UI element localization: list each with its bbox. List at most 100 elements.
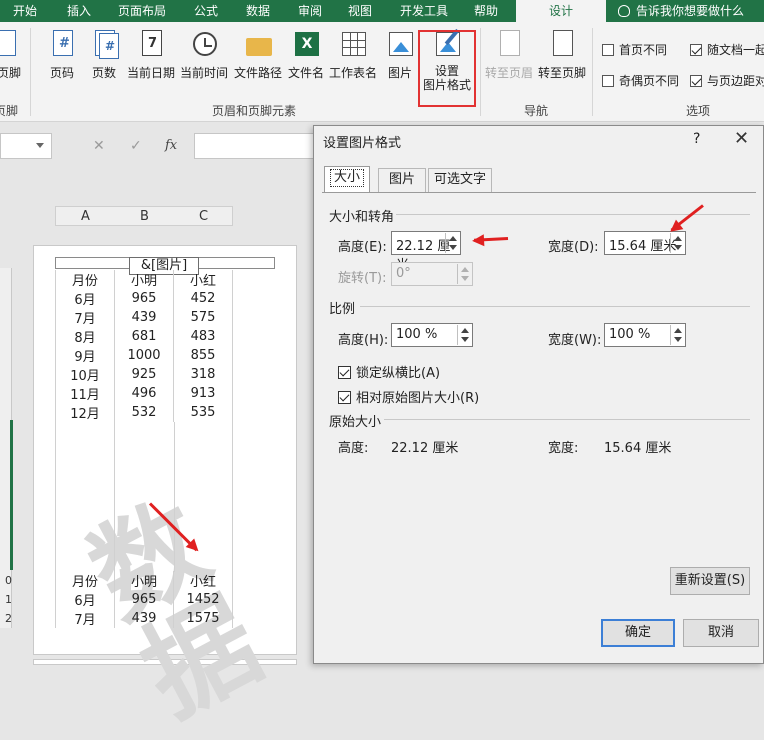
file-path-button[interactable]: 文件路径 [232,30,284,81]
scale-height-stepper[interactable]: 100 % [391,323,473,347]
table-cell[interactable]: 小红 [173,270,233,289]
height-stepper[interactable]: 22.12 厘米 [391,231,461,273]
spin-up-icon[interactable] [449,236,457,241]
enter-formula-icon[interactable]: ✓ [130,138,142,154]
diff-odd-even-checkbox[interactable]: 奇偶页不同 [602,72,679,89]
table-cell[interactable]: 1452 [173,590,233,609]
cancel-button[interactable]: 取消 [683,619,759,647]
tab-developer[interactable]: 开发工具 [392,0,456,22]
table-cell[interactable]: 681 [114,327,174,346]
page-count-button[interactable]: # 页数 [86,30,122,81]
table-cell[interactable]: 965 [114,590,174,609]
cancel-formula-icon[interactable]: ✕ [93,138,105,154]
tab-insert[interactable]: 插入 [54,0,104,22]
tab-view[interactable]: 视图 [338,0,382,22]
fx-icon[interactable]: fx [165,138,177,153]
table-cell[interactable]: 532 [114,403,174,422]
table-cell[interactable]: 6月 [55,289,115,308]
column-header-b[interactable]: B [115,209,174,224]
tab-review[interactable]: 审阅 [288,0,332,22]
name-box[interactable] [0,133,52,159]
goto-footer-button[interactable]: 转至页脚 [536,30,588,81]
table-row: 9月 1000 855 [55,346,233,365]
scale-width-stepper[interactable]: 100 % [604,323,686,347]
table-cell[interactable]: 小明 [114,270,174,289]
picture-button[interactable]: 图片 [384,30,416,81]
spin-up-icon[interactable] [674,236,682,241]
ok-button[interactable]: 确定 [601,619,675,647]
table-cell[interactable]: 10月 [55,365,115,384]
tab-home[interactable]: 开始 [0,0,50,22]
tab-page-layout[interactable]: 页面布局 [110,0,174,22]
table-cell[interactable]: 小明 [114,571,174,590]
spin-up-icon[interactable] [674,328,682,333]
formula-input[interactable] [194,133,314,159]
scale-with-doc-checkbox[interactable]: 随文档一起 [690,41,764,58]
table-cell[interactable]: 9月 [55,346,115,365]
current-time-button[interactable]: 当前时间 [178,30,230,81]
table-cell[interactable]: 439 [114,609,174,628]
table-cell[interactable]: 6月 [55,590,115,609]
relative-original-checkbox[interactable]: 相对原始图片大小(R) [338,387,479,406]
tab-formulas[interactable]: 公式 [184,0,228,22]
footer-button[interactable]: 页脚 [0,30,24,81]
lock-aspect-checkbox[interactable]: 锁定纵横比(A) [338,362,440,381]
scale-width-value: 100 % [609,327,651,342]
spin-down-icon[interactable] [461,337,469,342]
table-cell[interactable]: 439 [114,308,174,327]
help-icon[interactable]: ? [693,131,700,147]
table-cell[interactable]: 11月 [55,384,115,403]
page-number-button[interactable]: # 页码 [44,30,80,81]
spin-down-icon[interactable] [461,276,469,281]
reset-button[interactable]: 重新设置(S) [670,567,750,595]
tab-picture[interactable]: 图片 [378,168,426,192]
close-icon[interactable]: ✕ [734,128,749,149]
row-number[interactable]: 2 [0,612,12,625]
table-cell[interactable]: 496 [114,384,174,403]
spin-down-icon[interactable] [674,337,682,342]
spin-down-icon[interactable] [674,245,682,250]
align-margins-checkbox[interactable]: 与页边距对 [690,72,764,89]
table-cell[interactable]: 535 [173,403,233,422]
current-date-button[interactable]: 7 当前日期 [126,30,176,81]
table-cell[interactable]: 1000 [114,346,174,365]
table-cell[interactable]: 913 [173,384,233,403]
table-cell[interactable]: 925 [114,365,174,384]
tab-data[interactable]: 数据 [236,0,280,22]
tab-size[interactable]: 大小 [324,166,370,193]
column-header-a[interactable]: A [56,209,115,224]
group-label-elements: 页眉和页脚元素 [212,104,297,118]
tab-help[interactable]: 帮助 [464,0,508,22]
table-cell[interactable]: 8月 [55,327,115,346]
table-cell[interactable]: 575 [173,308,233,327]
sheet-name-button[interactable]: 工作表名 [328,30,378,81]
spin-up-icon[interactable] [461,267,469,272]
table-cell[interactable]: 月份 [55,571,115,590]
spin-up-icon[interactable] [461,328,469,333]
table-cell[interactable]: 318 [173,365,233,384]
tab-alt-text[interactable]: 可选文字 [428,168,492,192]
chevron-down-icon[interactable] [36,143,44,148]
row-number[interactable]: 1 [0,593,12,606]
table-cell[interactable]: 12月 [55,403,115,422]
row-number[interactable]: 0 [0,574,12,587]
diff-first-page-checkbox[interactable]: 首页不同 [602,41,667,58]
table-cell[interactable]: 1575 [173,609,233,628]
rotation-stepper[interactable]: 0° [391,262,473,286]
format-picture-highlight [418,30,476,107]
tab-design[interactable]: 设计 [516,0,606,22]
table-cell[interactable]: 7月 [55,308,115,327]
column-gridlines [55,422,233,572]
table-cell[interactable]: 855 [173,346,233,365]
table-cell[interactable]: 483 [173,327,233,346]
table-cell[interactable]: 965 [114,289,174,308]
file-name-button[interactable]: X 文件名 [286,30,326,81]
table-cell[interactable]: 月份 [55,270,115,289]
table-cell[interactable]: 小红 [173,571,233,590]
column-header-c[interactable]: C [174,209,233,224]
goto-header-button[interactable]: 转至页眉 [484,30,534,81]
table-cell[interactable]: 452 [173,289,233,308]
table-cell[interactable]: 7月 [55,609,115,628]
tell-me-box[interactable]: 告诉我你想要做什么 [618,0,744,22]
spin-down-icon[interactable] [449,245,457,250]
